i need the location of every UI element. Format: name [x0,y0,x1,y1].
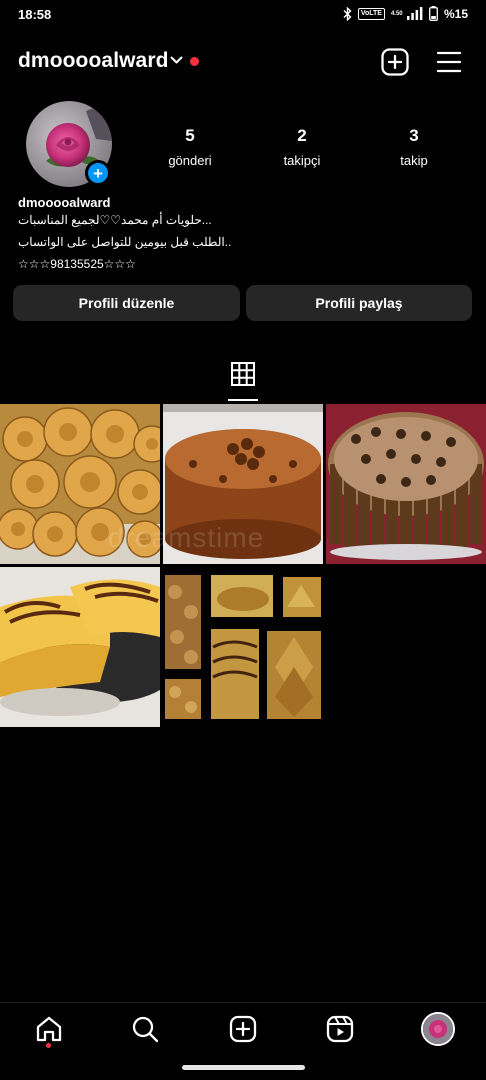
home-notification-dot [46,1043,51,1048]
tab-active-indicator [228,399,258,401]
menu-icon[interactable] [436,50,462,74]
bottom-navigation [0,1002,486,1080]
net-speed: 4.50 [390,10,403,17]
home-icon[interactable] [35,1015,63,1043]
stat-followers[interactable]: 2 takipçi [257,126,347,168]
profile-name: dmooooalward [18,195,111,210]
reels-icon[interactable] [326,1015,354,1043]
add-story-button[interactable]: + [85,160,111,186]
bio-line-2: الطلب قبل بيومين للتواصل على الواتساب.. [18,235,232,249]
share-profile-button[interactable]: Profili paylaş [246,285,472,321]
post-thumbnail-marble-sponge-cake[interactable] [0,567,160,727]
stat-followers-value: 2 [297,126,307,145]
signal-icon [406,7,423,20]
bio-line-1: حلويات أم محمد♡♡لجميع المناسبات... [18,213,212,227]
username-switcher[interactable]: dmooooalward [18,49,169,73]
home-indicator[interactable] [182,1065,305,1070]
stat-followers-label: takipçi [283,153,321,168]
bio-line-3: ☆☆☆98135525☆☆☆ [18,257,136,271]
post-thumbnail-kitkat-maltesers-cake[interactable] [326,404,486,564]
grid-icon [231,362,255,386]
notification-dot [190,57,199,66]
create-icon[interactable] [229,1015,257,1043]
volte-badge: VoLTE [357,7,385,20]
status-indicators: VoLTE 4.50 %15 [343,6,468,21]
add-post-icon[interactable] [381,48,409,76]
tab-posts-grid[interactable] [228,361,258,401]
post-thumbnail-sweets-collage[interactable] [163,567,323,727]
edit-profile-button[interactable]: Profili düzenle [13,285,240,321]
battery-icon [429,6,438,21]
battery-text: %15 [443,6,468,21]
bluetooth-icon [343,6,352,21]
stat-following-value: 3 [409,126,419,145]
stat-posts[interactable]: 5 gönderi [145,126,235,168]
profile-avatar-container[interactable]: + [26,101,112,187]
stat-following[interactable]: 3 takip [369,126,459,168]
status-time: 18:58 [18,7,52,22]
watermark: dreamstime [108,522,265,553]
profile-avatar[interactable] [421,1012,455,1046]
profile-header: dmooooalward [0,44,486,80]
stat-posts-label: gönderi [168,153,212,168]
stat-following-label: takip [400,153,428,168]
status-bar: 18:58 VoLTE 4.50 %15 [0,0,486,30]
stat-posts-value: 5 [185,126,195,145]
search-icon[interactable] [131,1015,159,1043]
chevron-down-icon[interactable] [170,56,183,65]
